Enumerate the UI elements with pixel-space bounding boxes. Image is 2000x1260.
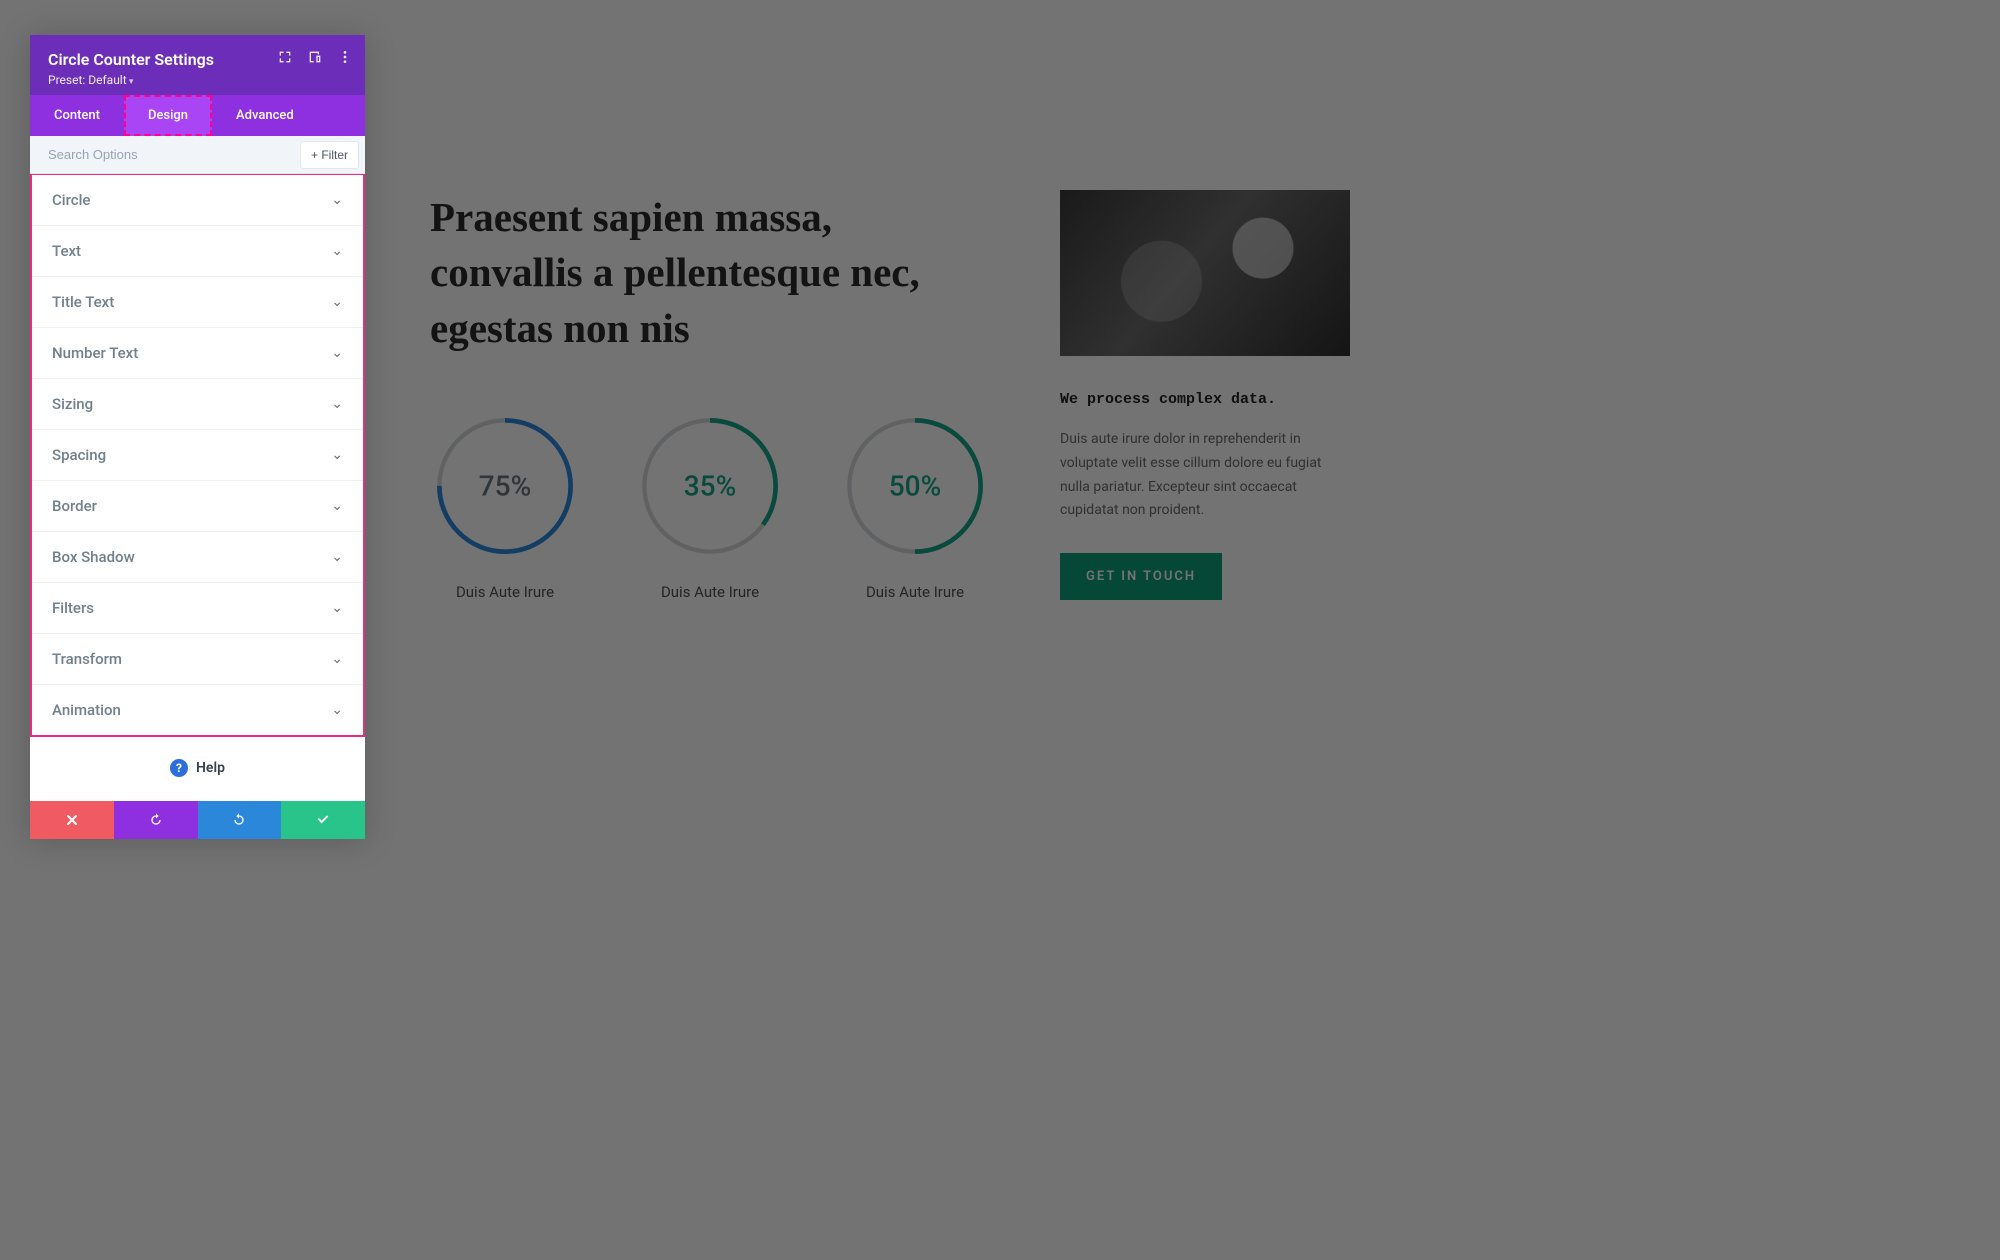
- section-label: Circle: [52, 191, 90, 209]
- help-icon: ?: [170, 759, 188, 777]
- section-label: Title Text: [52, 293, 114, 311]
- preset-dropdown[interactable]: Preset: Default: [48, 73, 347, 87]
- redo-button[interactable]: [198, 801, 282, 839]
- section-box-shadow[interactable]: Box Shadow ⌄: [32, 532, 363, 583]
- section-label: Sizing: [52, 395, 93, 413]
- undo-button[interactable]: [114, 801, 198, 839]
- section-sizing[interactable]: Sizing ⌄: [32, 379, 363, 430]
- chevron-down-icon: ⌄: [331, 396, 343, 412]
- help-label: Help: [196, 760, 225, 776]
- section-label: Filters: [52, 599, 94, 617]
- section-label: Text: [52, 242, 81, 260]
- section-animation[interactable]: Animation ⌄: [32, 685, 363, 735]
- section-label: Spacing: [52, 446, 106, 464]
- save-button[interactable]: [281, 801, 365, 839]
- tab-design[interactable]: Design: [124, 95, 212, 136]
- panel-footer: [30, 801, 365, 839]
- section-label: Animation: [52, 701, 121, 719]
- search-bar: + Filter: [30, 136, 365, 174]
- panel-header: Circle Counter Settings Preset: Default: [30, 35, 365, 95]
- section-number-text[interactable]: Number Text ⌄: [32, 328, 363, 379]
- chevron-down-icon: ⌄: [331, 600, 343, 616]
- section-label: Number Text: [52, 344, 138, 362]
- section-circle[interactable]: Circle ⌄: [32, 175, 363, 226]
- filter-button[interactable]: + Filter: [300, 141, 359, 169]
- section-label: Box Shadow: [52, 548, 135, 566]
- chevron-down-icon: ⌄: [331, 192, 343, 208]
- sections-list: Circle⌄Text⌄Title Text⌄Number Text⌄Sizin…: [30, 174, 365, 737]
- section-label: Border: [52, 497, 97, 515]
- more-icon[interactable]: [337, 49, 353, 65]
- section-transform[interactable]: Transform ⌄: [32, 634, 363, 685]
- filter-label: Filter: [321, 148, 348, 162]
- section-border[interactable]: Border ⌄: [32, 481, 363, 532]
- chevron-down-icon: ⌄: [331, 651, 343, 667]
- help-button[interactable]: ? Help: [30, 737, 365, 801]
- section-filters[interactable]: Filters ⌄: [32, 583, 363, 634]
- tab-content[interactable]: Content: [30, 95, 124, 136]
- chevron-down-icon: ⌄: [331, 345, 343, 361]
- chevron-down-icon: ⌄: [331, 498, 343, 514]
- chevron-down-icon: ⌄: [331, 549, 343, 565]
- section-spacing[interactable]: Spacing ⌄: [32, 430, 363, 481]
- chevron-down-icon: ⌄: [331, 294, 343, 310]
- section-title-text[interactable]: Title Text ⌄: [32, 277, 363, 328]
- responsive-icon[interactable]: [307, 49, 323, 65]
- settings-panel: Circle Counter Settings Preset: Default …: [30, 35, 365, 839]
- search-input[interactable]: [30, 136, 300, 173]
- chevron-down-icon: ⌄: [331, 702, 343, 718]
- expand-icon[interactable]: [277, 49, 293, 65]
- section-label: Transform: [52, 650, 122, 668]
- chevron-down-icon: ⌄: [331, 447, 343, 463]
- chevron-down-icon: ⌄: [331, 243, 343, 259]
- panel-tabs: ContentDesignAdvanced: [30, 95, 365, 136]
- section-text[interactable]: Text ⌄: [32, 226, 363, 277]
- cancel-button[interactable]: [30, 801, 114, 839]
- tab-advanced[interactable]: Advanced: [212, 95, 318, 136]
